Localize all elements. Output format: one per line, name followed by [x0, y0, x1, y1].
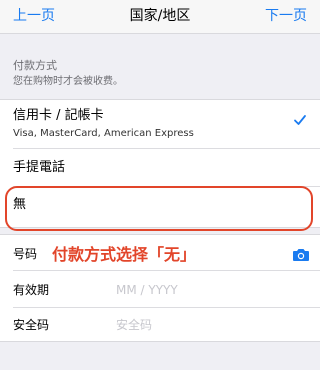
expiry-row[interactable]: 有效期 MM / YYYY — [0, 271, 320, 308]
annotation-text: 付款方式选择「无」 — [52, 245, 197, 264]
payment-section-subheader: 您在购物时才会被收费。 — [13, 76, 123, 87]
camera-icon[interactable] — [292, 248, 310, 262]
navigation-bar: 上一页 国家/地区 下一页 — [0, 0, 320, 34]
next-button[interactable]: 下一页 — [265, 7, 307, 25]
highlight-outline — [5, 186, 313, 231]
expiry-input[interactable]: MM / YYYY — [116, 282, 178, 298]
payment-option-credit-card[interactable]: 信用卡 / 記帳卡 Visa, MasterCard, American Exp… — [0, 100, 320, 149]
payment-option-mobile-phone[interactable]: 手提電話 — [0, 149, 320, 187]
security-code-input[interactable]: 安全码 — [116, 317, 152, 333]
payment-option-subtitle: Visa, MasterCard, American Express — [13, 128, 194, 139]
payment-option-title: 手提電話 — [13, 160, 66, 175]
security-code-label: 安全码 — [13, 318, 50, 332]
security-code-row[interactable]: 安全码 安全码 — [0, 308, 320, 342]
checkmark-icon — [294, 115, 306, 125]
payment-section-header: 付款方式 — [13, 59, 57, 72]
expiry-label: 有效期 — [13, 283, 50, 297]
payment-option-title: 信用卡 / 記帳卡 — [13, 108, 104, 123]
card-number-label: 号码 — [13, 247, 38, 261]
